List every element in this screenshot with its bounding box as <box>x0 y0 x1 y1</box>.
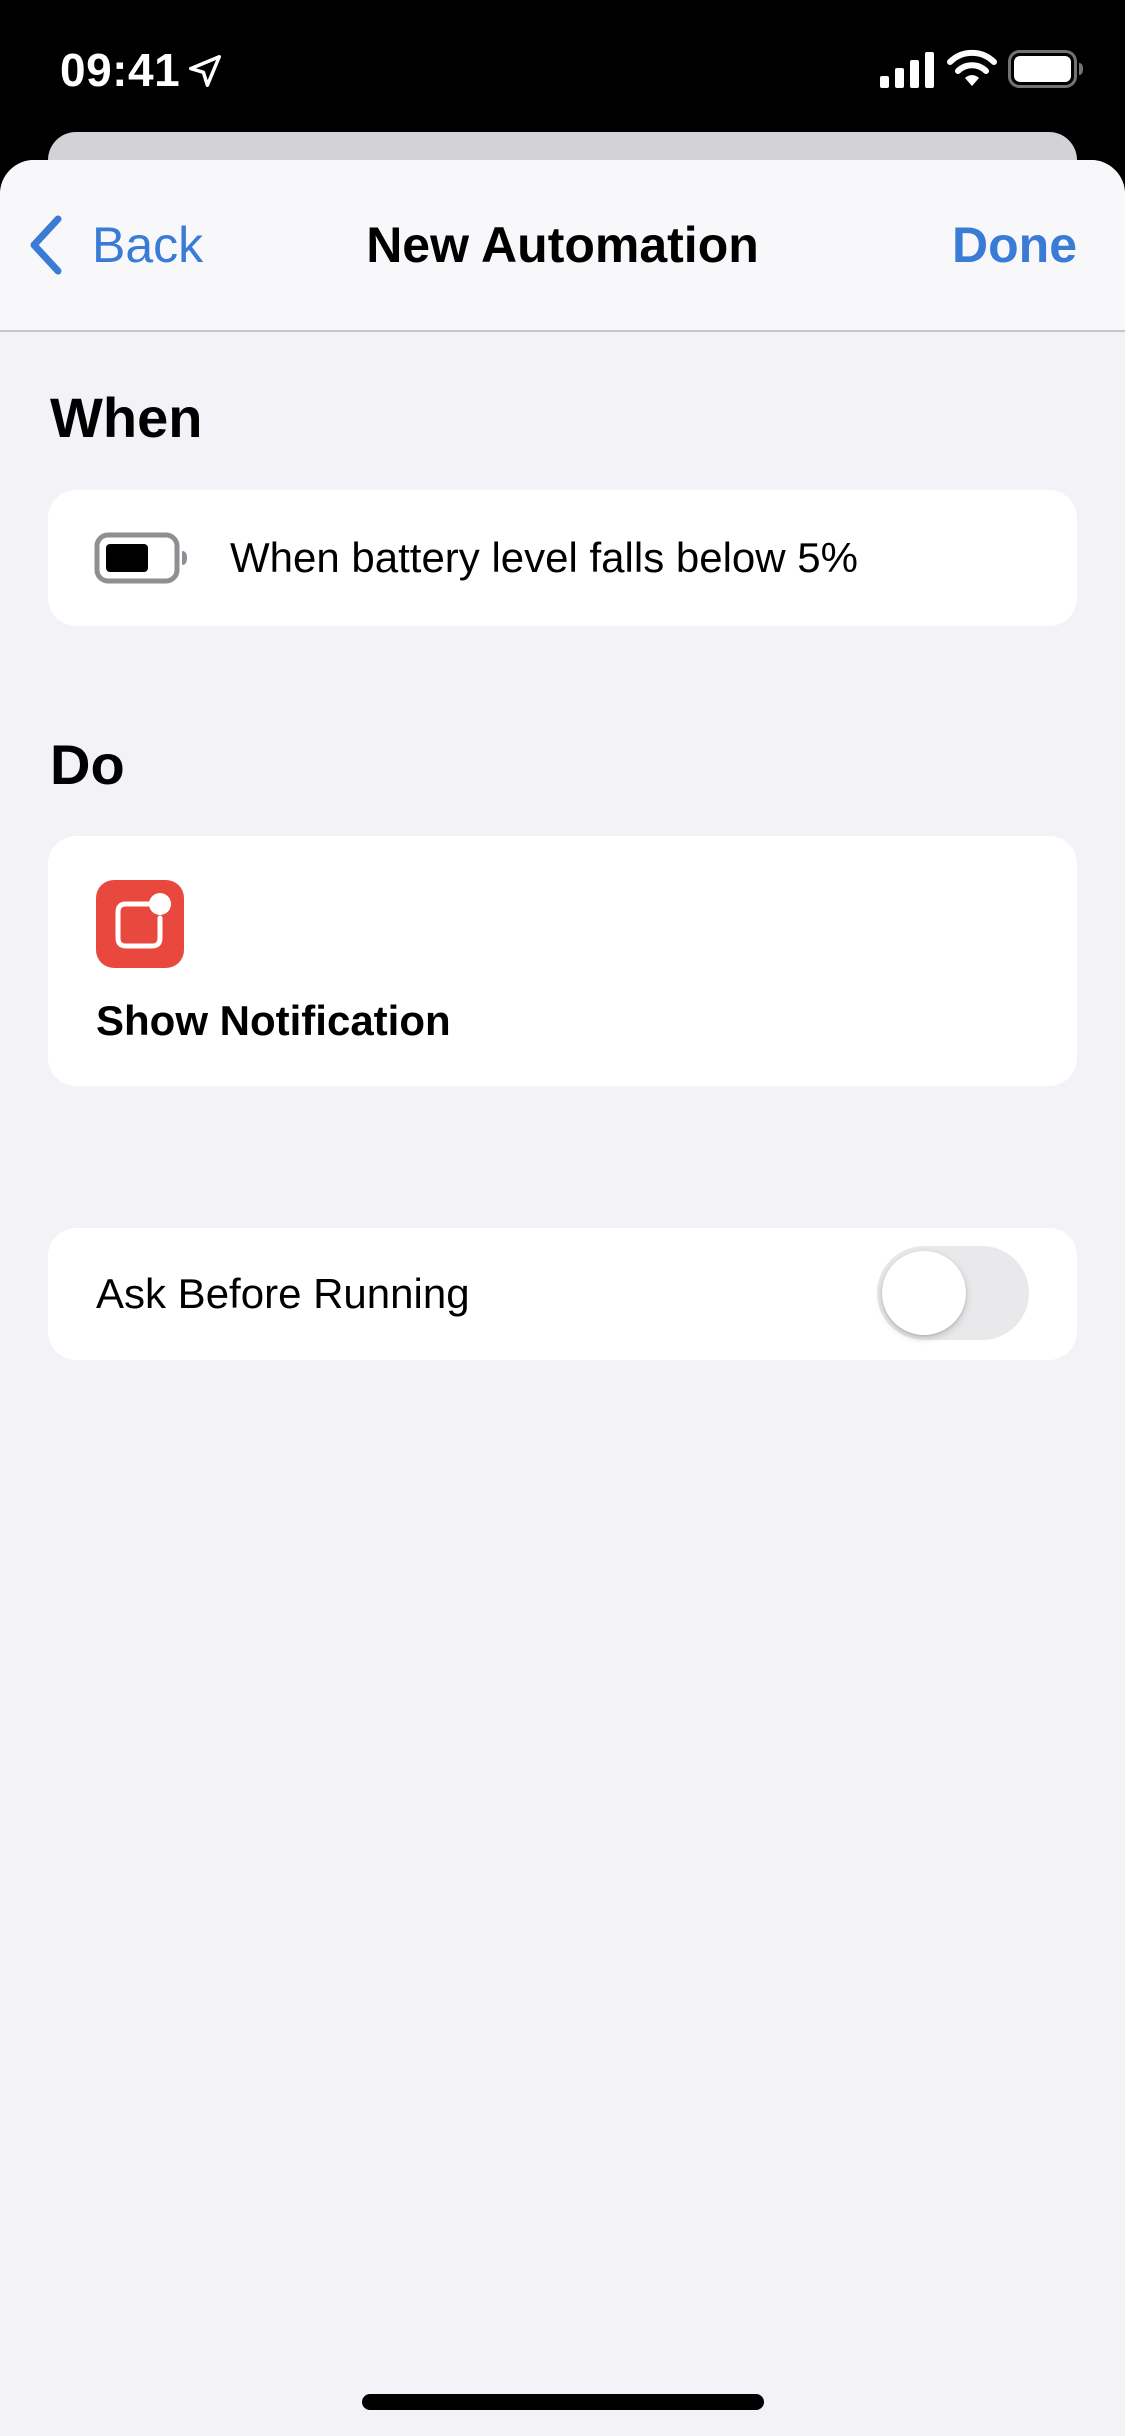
ask-before-running-row: Ask Before Running <box>48 1228 1077 1360</box>
done-button[interactable]: Done <box>952 210 1077 280</box>
back-button-label: Back <box>92 217 204 273</box>
back-button[interactable]: Back <box>20 210 203 280</box>
trigger-card[interactable]: When battery level falls below 5% <box>48 490 1077 626</box>
chevron-left-icon <box>30 215 62 275</box>
battery-icon <box>1008 50 1083 88</box>
when-section-header: When <box>50 386 203 449</box>
automation-sheet: New Automation Back Done When When batte… <box>0 160 1125 2436</box>
notification-icon <box>96 880 184 968</box>
location-arrow-icon <box>189 55 221 87</box>
home-indicator[interactable] <box>362 2394 764 2410</box>
status-time: 09:41 <box>60 44 181 96</box>
action-label: Show Notification <box>96 997 451 1044</box>
action-card[interactable]: Show Notification <box>48 836 1077 1086</box>
status-bar: 09:41 <box>0 0 1125 135</box>
cellular-signal-icon <box>880 52 934 88</box>
toggle-knob <box>882 1251 966 1335</box>
ask-before-running-toggle[interactable] <box>877 1246 1029 1340</box>
trigger-text: When battery level falls below 5% <box>230 534 858 581</box>
navigation-bar: New Automation Back Done <box>0 160 1125 332</box>
do-section-header: Do <box>50 733 125 796</box>
battery-low-icon <box>94 532 187 584</box>
ask-before-running-label: Ask Before Running <box>96 1270 470 1317</box>
wifi-icon <box>947 49 997 86</box>
